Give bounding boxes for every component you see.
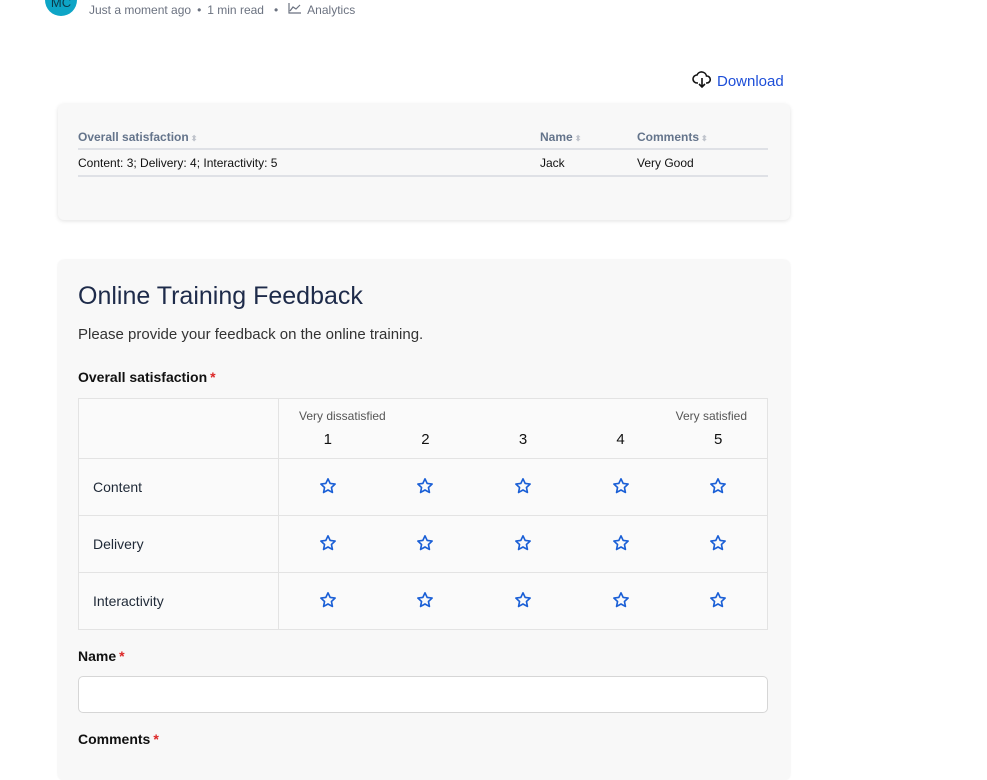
matrix-row: Interactivity	[78, 572, 768, 630]
name-input[interactable]	[78, 676, 768, 713]
star-rating-icon[interactable]	[279, 477, 377, 498]
column-header-comments[interactable]: Comments ⬍	[637, 126, 768, 150]
scale-number: 3	[518, 431, 528, 448]
star-rating-icon[interactable]	[279, 591, 377, 612]
read-time: 1 min read	[207, 3, 264, 17]
matrix-row: Content	[78, 458, 768, 516]
star-rating-icon[interactable]	[474, 477, 572, 498]
star-rating-icon[interactable]	[572, 591, 670, 612]
scale-number: 2	[421, 431, 430, 448]
star-rating-icon[interactable]	[572, 477, 670, 498]
star-rating-icon[interactable]	[279, 534, 377, 555]
results-card: Overall satisfaction ⬍ Name ⬍ Comments ⬍ Co…	[58, 104, 790, 220]
star-rating-icon[interactable]	[572, 534, 670, 555]
table-row: Content: 3; Delivery: 4; Interactivity: …	[78, 149, 768, 177]
category-link[interactable]: Analytics	[307, 3, 355, 17]
scale-number: 1	[323, 431, 332, 448]
row-label: Delivery	[78, 515, 279, 573]
chart-icon	[288, 3, 302, 17]
form-description: Please provide your feedback on the onli…	[78, 326, 424, 343]
results-table: Overall satisfaction ⬍ Name ⬍ Comments ⬍ Co…	[78, 126, 768, 177]
star-rating-icon[interactable]	[669, 591, 767, 612]
star-rating-icon[interactable]	[474, 591, 572, 612]
star-rating-icon[interactable]	[474, 534, 572, 555]
row-label: Content	[78, 458, 279, 516]
form-title: Online Training Feedback	[78, 282, 363, 310]
download-label: Download	[717, 72, 784, 90]
feedback-form: Online Training Feedback Please provide …	[58, 260, 790, 780]
max-label: Very satisfied	[675, 409, 747, 423]
star-rating-icon[interactable]	[377, 477, 475, 498]
row-label: Interactivity	[78, 572, 279, 630]
cloud-download-icon	[692, 70, 712, 92]
scale-number: 4	[616, 431, 625, 448]
rating-matrix: Very dissatisfied Very satisfied 1 2 3 4 5 Co…	[78, 398, 768, 630]
star-rating-icon[interactable]	[669, 477, 767, 498]
star-rating-icon[interactable]	[669, 534, 767, 555]
min-label: Very dissatisfied	[299, 409, 386, 423]
question-label: Overall satisfaction *	[78, 369, 216, 385]
column-header-satisfaction[interactable]: Overall satisfaction ⬍	[78, 126, 540, 150]
download-button[interactable]: Download	[692, 70, 784, 92]
avatar: MC	[45, 0, 77, 16]
scale-number: 5	[714, 431, 723, 448]
question-label: Comments *	[78, 731, 159, 747]
timestamp: Just a moment ago	[89, 3, 192, 17]
post-meta: Just a moment ago • 1 min read • Analytics	[89, 3, 356, 17]
star-rating-icon[interactable]	[377, 534, 475, 555]
star-rating-icon[interactable]	[377, 591, 475, 612]
matrix-row: Delivery	[78, 515, 768, 573]
question-label: Name *	[78, 648, 125, 664]
column-header-name[interactable]: Name ⬍	[540, 126, 637, 150]
